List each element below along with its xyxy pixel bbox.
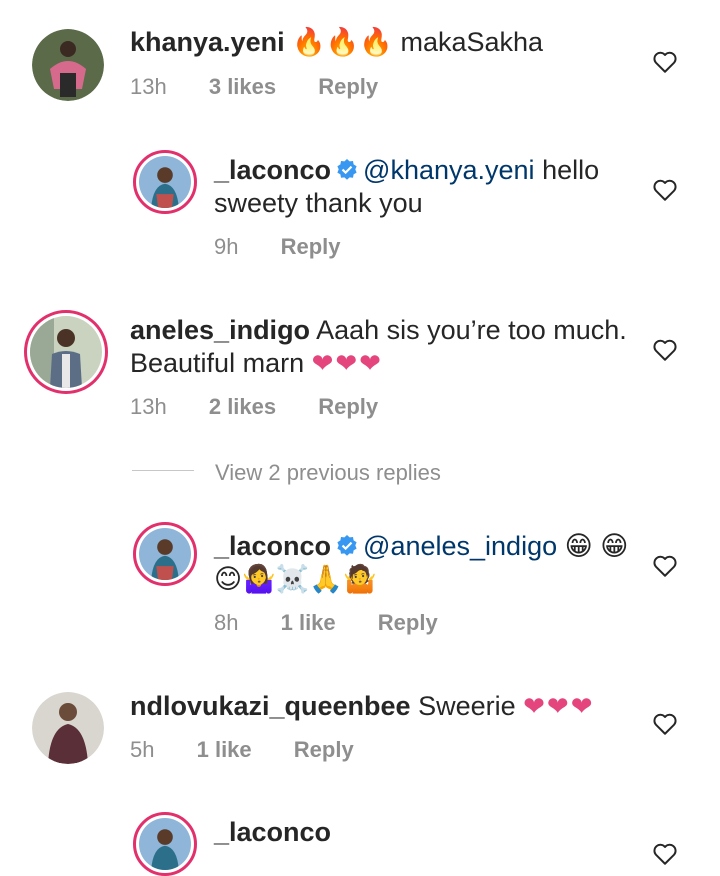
timestamp: 8h (214, 610, 239, 635)
reply-button[interactable]: Reply (378, 610, 438, 635)
comment-text: _laconco @khanya.yeni hello sweety thank … (214, 154, 634, 220)
username[interactable]: _laconco (214, 817, 331, 847)
avatar-image (30, 316, 102, 388)
verified-badge-icon (337, 535, 357, 556)
view-previous-replies-button[interactable]: View 2 previous replies (215, 460, 441, 486)
avatar[interactable] (32, 29, 104, 101)
mention-link[interactable]: @aneles_indigo (363, 531, 557, 561)
like-heart-icon[interactable] (652, 554, 678, 578)
comment-text: aneles_indigo Aaah sis you’re too much. … (130, 314, 640, 380)
comment-text: _laconco (214, 816, 634, 849)
avatar-image (139, 528, 191, 580)
likes-count[interactable]: 3 likes (209, 74, 276, 99)
comment-text: _laconco @aneles_indigo 😁 😁😊🤷‍♀️☠️🙏🤷 (214, 530, 634, 596)
reply-button[interactable]: Reply (318, 394, 378, 419)
like-heart-icon[interactable] (652, 178, 678, 202)
avatar[interactable] (24, 310, 108, 394)
username[interactable]: khanya.yeni (130, 27, 285, 57)
reply-button[interactable]: Reply (281, 234, 341, 259)
like-heart-icon[interactable] (652, 338, 678, 362)
comment-meta: 13h 2 likes Reply (130, 394, 414, 420)
avatar-image (32, 29, 104, 101)
timestamp: 13h (130, 394, 167, 419)
likes-count[interactable]: 1 like (197, 737, 252, 762)
username[interactable]: _laconco (214, 531, 331, 561)
avatar-image (139, 818, 191, 870)
username[interactable]: aneles_indigo (130, 315, 310, 345)
comment-body: 🔥🔥🔥 makaSakha (292, 27, 544, 57)
likes-count[interactable]: 2 likes (209, 394, 276, 419)
comment-meta: 5h 1 like Reply (130, 737, 390, 763)
view-replies-divider (132, 470, 194, 471)
likes-count[interactable]: 1 like (281, 610, 336, 635)
like-heart-icon[interactable] (652, 842, 678, 866)
like-heart-icon[interactable] (652, 712, 678, 736)
avatar[interactable] (133, 522, 197, 586)
username[interactable]: _laconco (214, 155, 331, 185)
avatar-image (32, 692, 104, 764)
avatar-image (139, 156, 191, 208)
comment-meta: 13h 3 likes Reply (130, 74, 414, 100)
mention-link[interactable]: @khanya.yeni (363, 155, 535, 185)
like-heart-icon[interactable] (652, 50, 678, 74)
reply-button[interactable]: Reply (318, 74, 378, 99)
verified-badge-icon (337, 159, 357, 180)
comment-text: khanya.yeni 🔥🔥🔥 makaSakha (130, 26, 650, 59)
avatar[interactable] (133, 150, 197, 214)
hearts-emoji: ❤❤❤ (523, 691, 595, 721)
timestamp: 13h (130, 74, 167, 99)
timestamp: 5h (130, 737, 155, 762)
comment-text: ndlovukazi_queenbee Sweerie ❤❤❤ (130, 690, 650, 723)
hearts-emoji: ❤❤❤ (311, 348, 383, 378)
comment-meta: 8h 1 like Reply (214, 610, 474, 636)
avatar[interactable] (133, 812, 197, 876)
comment-body: Sweerie (410, 691, 524, 721)
username[interactable]: ndlovukazi_queenbee (130, 691, 411, 721)
timestamp: 9h (214, 234, 239, 259)
comment-meta: 9h Reply (214, 234, 377, 260)
avatar[interactable] (32, 692, 104, 764)
reply-button[interactable]: Reply (294, 737, 354, 762)
